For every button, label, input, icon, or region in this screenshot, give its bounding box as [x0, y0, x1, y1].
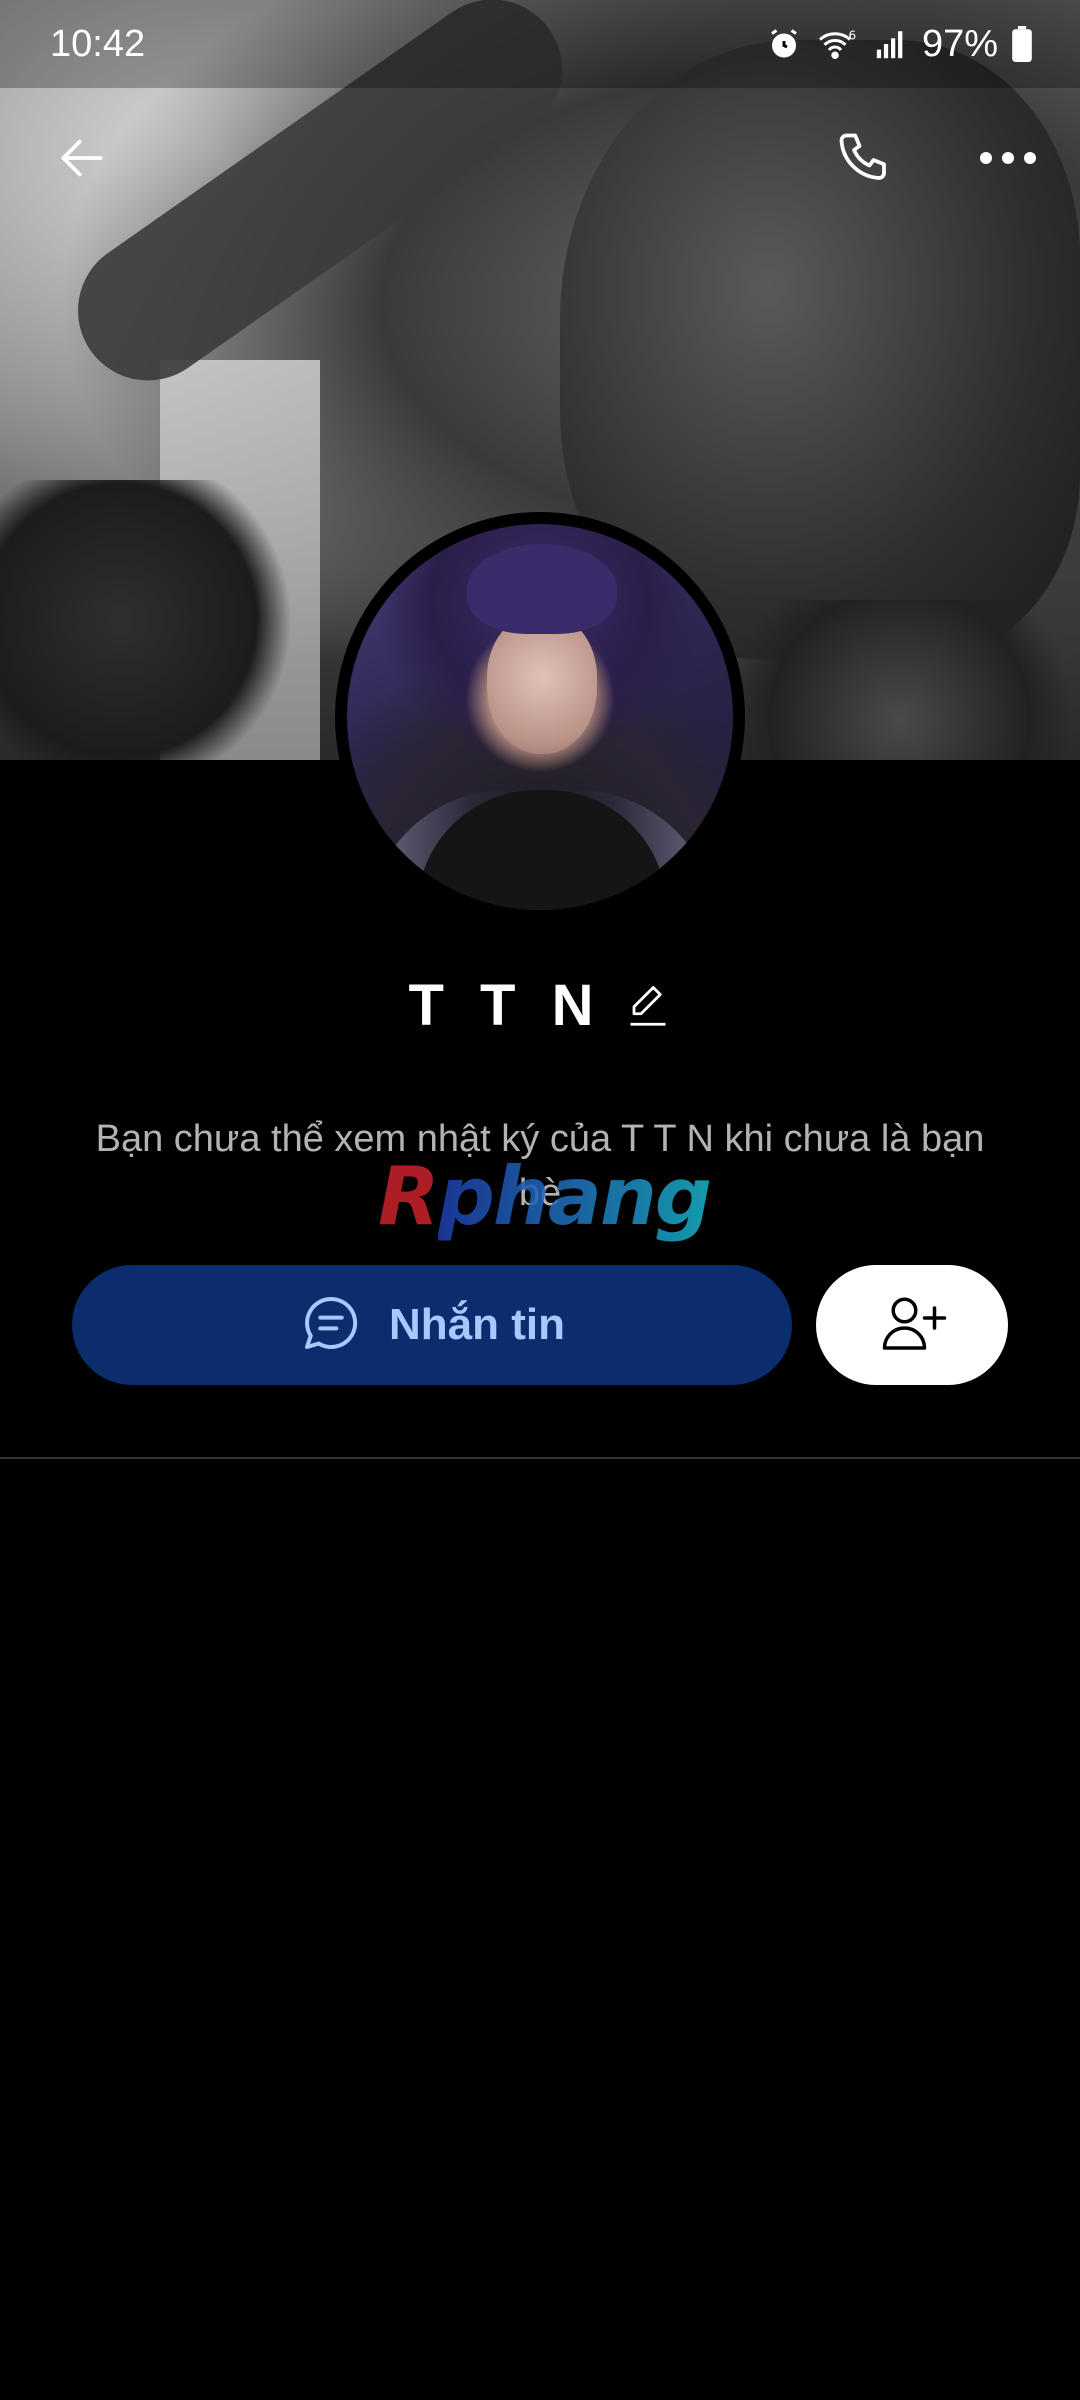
add-friend-button[interactable]	[816, 1265, 1008, 1385]
profile-name: T T N	[408, 972, 604, 1038]
avatar-photo	[347, 524, 733, 910]
profile-name-row: T T N	[0, 965, 1080, 1045]
status-bar: 10:42 6 97%	[0, 0, 1080, 88]
wifi-6-icon: 6	[816, 26, 860, 62]
cover-foliage-right	[720, 600, 1080, 760]
section-divider	[0, 1457, 1080, 1459]
call-button[interactable]	[824, 120, 904, 200]
more-options-button[interactable]	[968, 120, 1048, 200]
more-options-icon	[978, 148, 1038, 173]
back-button[interactable]	[42, 120, 122, 200]
cover-foliage-left	[0, 480, 300, 760]
battery-percent: 97%	[921, 22, 998, 65]
back-arrow-icon	[54, 130, 110, 191]
chat-bubble-icon	[299, 1291, 363, 1360]
watermark-logo: Rphang	[378, 1150, 712, 1243]
avatar[interactable]	[335, 512, 745, 922]
phone-icon	[834, 128, 894, 193]
pencil-icon	[627, 982, 669, 1033]
status-icons: 6 97%	[766, 23, 1032, 66]
add-user-icon	[877, 1291, 947, 1360]
svg-text:6: 6	[848, 29, 856, 43]
edit-name-button[interactable]	[625, 984, 671, 1030]
alarm-icon	[766, 26, 802, 62]
message-button-label: Nhắn tin	[389, 1300, 565, 1349]
battery-icon	[1012, 26, 1032, 62]
message-button[interactable]: Nhắn tin	[72, 1265, 792, 1385]
status-time: 10:42	[50, 22, 146, 65]
signal-icon	[874, 27, 908, 61]
